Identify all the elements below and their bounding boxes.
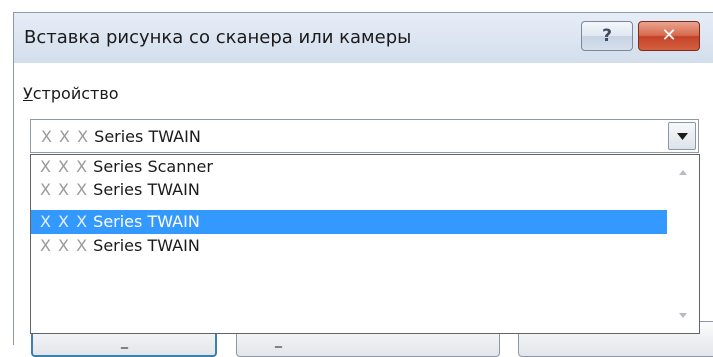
device-label-accelerator: У — [23, 84, 33, 103]
device-label-rest: стройство — [32, 84, 119, 103]
dropdown-arrow-button[interactable] — [668, 122, 696, 150]
dialog-title: Вставка рисунка со сканера или камеры — [24, 27, 412, 48]
list-item-prefix: X X X — [40, 212, 89, 231]
close-icon: ✕ — [661, 25, 677, 46]
help-icon: ? — [602, 26, 612, 46]
list-item-selected[interactable]: X X X Series TWAIN — [31, 210, 667, 234]
list-item-prefix: X X X — [40, 157, 89, 176]
list-item[interactable]: X X X Series Scanner — [31, 155, 667, 179]
help-button[interactable]: ? — [581, 21, 633, 51]
scroll-down-arrow-icon[interactable] — [675, 307, 691, 323]
device-combobox[interactable]: X X X Series TWAIN — [30, 119, 699, 153]
device-prefix: X X X — [41, 127, 90, 146]
list-item-label: Series TWAIN — [93, 180, 200, 199]
middle-button-label: _ — [275, 332, 282, 348]
title-bar: Вставка рисунка со сканера или камеры ? … — [14, 13, 713, 63]
list-item-label: Series TWAIN — [93, 236, 200, 255]
list-item-label: Series TWAIN — [93, 212, 200, 231]
scroll-up-arrow-icon[interactable] — [675, 165, 691, 181]
list-item-label: Series Scanner — [93, 157, 213, 176]
insert-picture-dialog: Вставка рисунка со сканера или камеры ? … — [13, 12, 713, 357]
vertical-scrollbar[interactable] — [667, 155, 699, 333]
list-item[interactable]: X X X Series TWAIN — [31, 234, 667, 258]
list-item[interactable]: X X X Series TWAIN — [31, 178, 667, 202]
list-item-prefix: X X X — [40, 236, 89, 255]
list-item-prefix: X X X — [40, 180, 89, 199]
device-combobox-value: X X X Series TWAIN — [41, 127, 201, 146]
chevron-down-icon — [677, 133, 688, 140]
device-name: Series TWAIN — [94, 127, 201, 146]
device-dropdown-list[interactable]: X X X Series Scanner X X X Series TWAIN … — [30, 154, 700, 334]
default-button-label: _ — [121, 333, 128, 349]
close-button[interactable]: ✕ — [638, 21, 700, 51]
device-label: Устройство — [23, 84, 119, 103]
